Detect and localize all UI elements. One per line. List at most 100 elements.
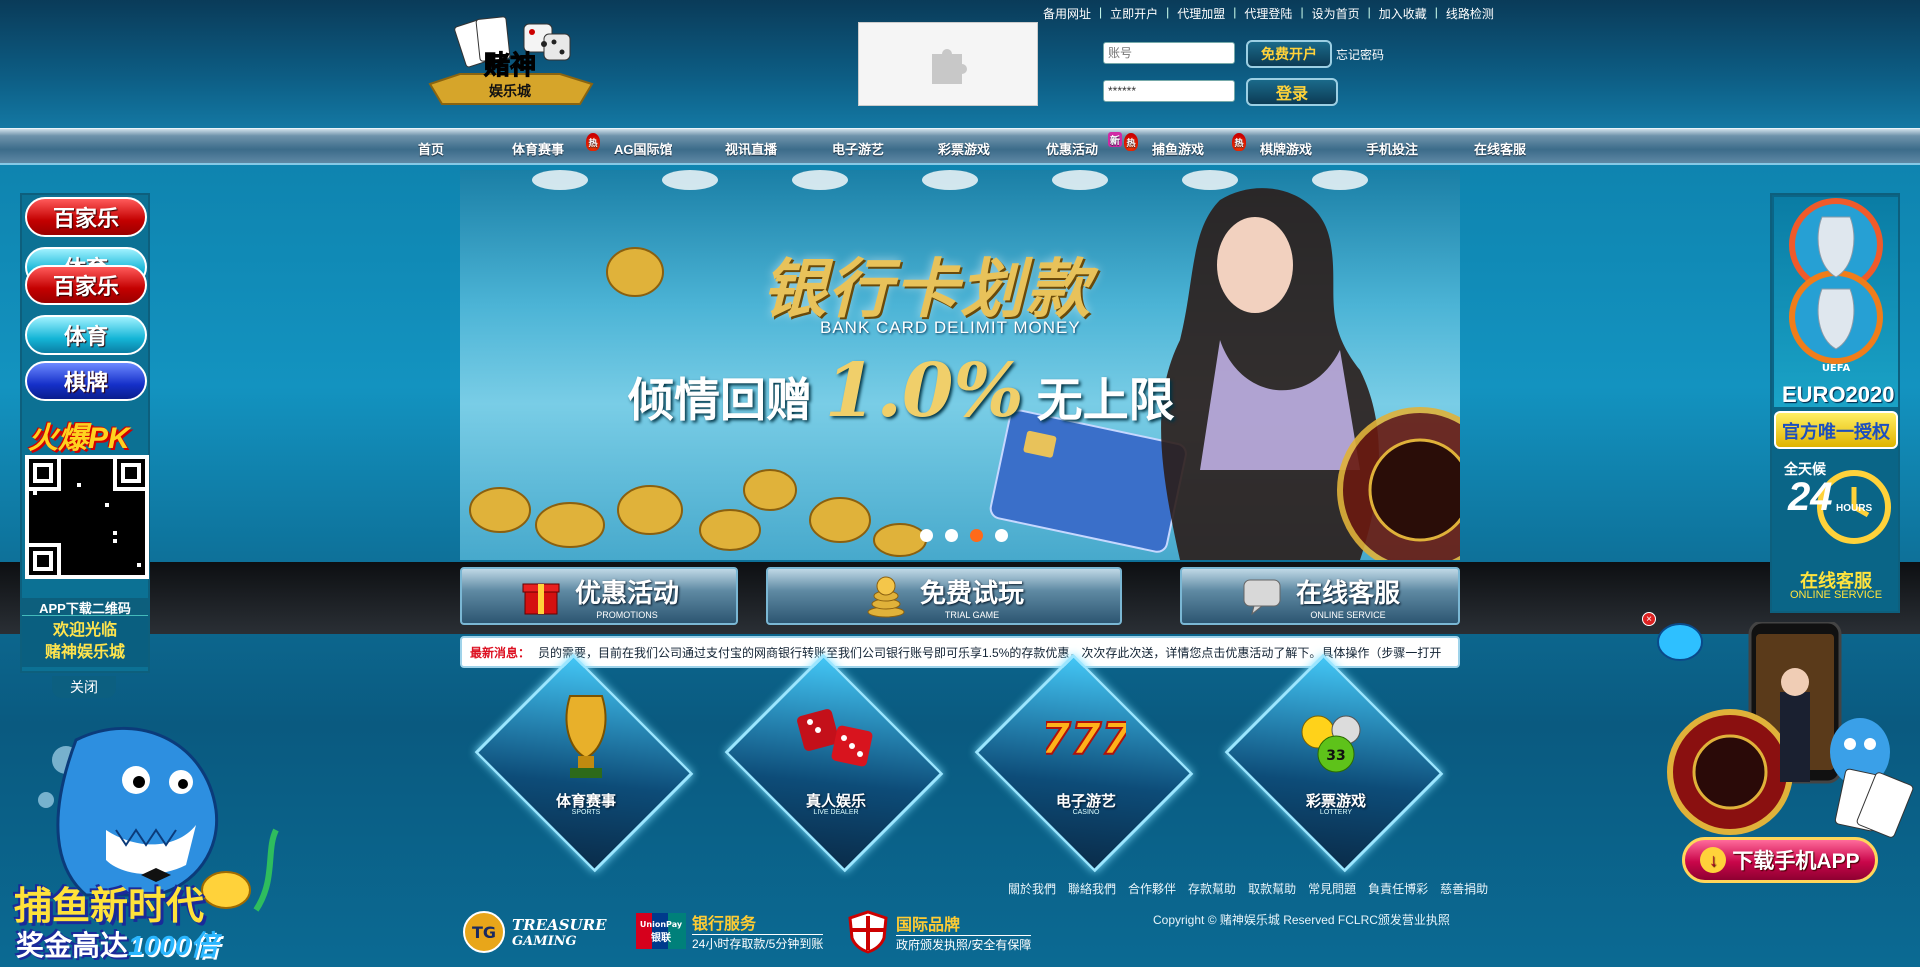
hot-pk-link[interactable]: 火爆PK [28, 413, 130, 457]
hours-number: 24 [1788, 475, 1833, 519]
game-category-tile[interactable]: 真人娱乐 LIVE DEALER [711, 653, 961, 873]
left-float-game-link[interactable]: 棋牌 [25, 361, 147, 401]
top-link[interactable]: 加入收藏 [1371, 5, 1435, 22]
register-button[interactable]: 免费开户 [1246, 40, 1332, 68]
marquee-label: 最新消息： [470, 645, 531, 660]
top-link[interactable]: 线路检测 [1438, 5, 1502, 22]
right-float-panel: UEFA EURO2020 官方唯一授权 全天候 24 HOURS 在线客服 O… [1770, 193, 1900, 613]
banner-promo-prefix: 倾情回赠 [628, 374, 812, 426]
partner-treasure-gaming: TG TREASURE GAMING [462, 910, 607, 954]
nav-item[interactable]: 电子游艺 [832, 139, 884, 158]
left-float-game-link[interactable]: 百家乐 [25, 265, 147, 305]
hero-banner[interactable]: 银行卡划款 BANK CARD DELIMIT MONEY 倾情回赠 1.0% … [460, 170, 1460, 560]
nav-item[interactable]: 手机投注 [1366, 139, 1418, 158]
nav-item[interactable]: 视讯直播 [725, 139, 777, 158]
euro2020-badge[interactable]: UEFA EURO2020 [1774, 197, 1898, 407]
feature-button[interactable]: 免费试玩 TRIAL GAME [766, 567, 1122, 625]
unionpay-logo-en: UnionPay [640, 920, 683, 929]
puzzle-icon [932, 48, 967, 84]
game-tile-title: 电子游艺 [1055, 793, 1116, 810]
banner-dot[interactable] [995, 529, 1008, 542]
nav-item[interactable]: AG国际馆热 [586, 133, 673, 158]
tg-brand-line2: GAMING [512, 933, 577, 949]
feature-title: 在线客服 [1295, 577, 1400, 608]
nav-item-label: 电子游艺 [832, 142, 885, 157]
footer-link[interactable]: 關於我們 [1008, 880, 1056, 897]
welcome-text: 欢迎光临 赌神娱乐城 [22, 615, 148, 667]
footer-link[interactable]: 存款幫助 [1188, 880, 1236, 897]
game-category-tile[interactable]: 体育赛事 SPORTS [461, 653, 711, 873]
nav-item-label: 优惠活动 [1046, 142, 1099, 157]
new-badge-icon: 新 [1108, 132, 1122, 147]
nav-item[interactable]: 体育赛事 [512, 139, 564, 158]
partner-desc: 24小时存取款/5分钟到账 [692, 937, 824, 951]
captcha-image[interactable] [858, 22, 1038, 106]
banner-promo-value: 1.0% [824, 348, 1024, 434]
feature-subtitle: ONLINE SERVICE [1310, 609, 1386, 620]
feature-title: 优惠活动 [574, 577, 679, 608]
banner-dot[interactable] [945, 529, 958, 542]
customer-service-24h[interactable]: 全天候 24 HOURS 在线客服 ONLINE SERVICE [1774, 457, 1898, 605]
hot-badge-icon: 热 [586, 133, 600, 151]
nav-item[interactable]: 优惠活动新 [1046, 132, 1122, 158]
feature-subtitle: TRIAL GAME [944, 609, 1000, 620]
nav-item[interactable]: 彩票游戏 [938, 139, 990, 158]
top-link[interactable]: 设为首页 [1304, 5, 1368, 22]
feature-button[interactable]: 优惠活动 PROMOTIONS [460, 567, 738, 625]
download-app-button[interactable]: ↓ 下载手机APP [1682, 837, 1878, 883]
footer-link[interactable]: 取款幫助 [1248, 880, 1296, 897]
main-nav: 首页 体育赛事 AG国际馆热 视讯直播 电子游艺 彩票游戏 优惠活动新捕鱼游戏热 棋牌游戏热 手… [0, 128, 1920, 165]
footer-link[interactable]: 聯絡我們 [1068, 880, 1116, 897]
site-logo[interactable]: 赌神 娱乐城 [420, 14, 600, 110]
footer-link[interactable]: 常見問題 [1308, 880, 1356, 897]
banner-dot[interactable] [920, 529, 933, 542]
nav-item-label: 视讯直播 [725, 142, 778, 157]
qr-code-icon [29, 459, 145, 575]
fishing-promo-title: 捕鱼新时代 [14, 884, 205, 928]
nav-item-label: 首页 [418, 142, 445, 157]
left-float-game-link[interactable]: 百家乐 [25, 197, 147, 237]
dice-icon [797, 709, 873, 767]
top-link[interactable]: 代理加盟 [1169, 5, 1233, 22]
game-tile-title: 真人娱乐 [805, 793, 866, 810]
footer-links: 關於我們 聯絡我們 合作夥伴 存款幫助 取款幫助 常見問題 負責任博彩 慈善捐助 [1008, 880, 1488, 897]
svg-text:33: 33 [1326, 748, 1345, 764]
hot-badge-icon: 热 [1124, 133, 1138, 151]
game-category-tile[interactable]: 33 彩票游戏 LOTTERY [1211, 653, 1461, 873]
top-link[interactable]: 备用网址 [1035, 5, 1099, 22]
footer-link[interactable]: 合作夥伴 [1128, 880, 1176, 897]
nav-item[interactable]: 捕鱼游戏热 [1124, 133, 1204, 158]
feature-button[interactable]: 在线客服 ONLINE SERVICE [1180, 567, 1460, 625]
top-link[interactable]: 代理登陆 [1236, 5, 1300, 22]
lottery-balls-icon: 33 [1301, 715, 1361, 773]
news-marquee[interactable]: 最新消息： 员的需要，目前在我们公司通过支付宝的网商银行转账至我们公司银行账号即… [460, 636, 1460, 668]
forgot-password-link[interactable]: 忘记密码 [1336, 46, 1384, 63]
left-float-game-link[interactable]: 体育 [25, 315, 147, 355]
footer-link[interactable]: 慈善捐助 [1440, 880, 1488, 897]
svg-text:TG: TG [472, 923, 496, 942]
welcome-line2: 赌神娱乐城 [44, 644, 125, 661]
nav-item[interactable]: 棋牌游戏热 [1232, 133, 1312, 158]
password-input[interactable] [1103, 80, 1235, 102]
game-category-tile[interactable]: 777 电子游艺CASINO [961, 653, 1211, 873]
site-header: 备用网址 | 立即开户 | 代理加盟 | 代理登陆 | 设为首页 | 加入收藏 | 线路检测 赌神 娱乐… [0, 0, 1920, 128]
partner-intl-brand: 国际品牌 政府颁发执照/安全有保障 [846, 910, 1032, 954]
fishing-promo-highlight: 1000倍 [128, 930, 219, 961]
welcome-line1: 欢迎光临 [52, 622, 117, 639]
top-links: 备用网址 | 立即开户 | 代理加盟 | 代理登陆 | 设为首页 | 加入收藏 | 线路检测 [1035, 5, 1502, 22]
footer-link[interactable]: 負責任博彩 [1368, 880, 1428, 897]
username-input[interactable] [1103, 42, 1235, 64]
left-float-close-button[interactable]: 关闭 [52, 676, 116, 698]
nav-item[interactable]: 首页 [418, 139, 444, 158]
partner-title: 国际品牌 [896, 911, 1032, 936]
feature-title: 免费试玩 [919, 577, 1024, 608]
login-button[interactable]: 登录 [1246, 78, 1338, 106]
game-tile-title: 体育赛事 [555, 793, 616, 810]
uefa-label: UEFA [1822, 363, 1851, 374]
banner-dot[interactable] [970, 529, 983, 542]
top-link[interactable]: 立即开户 [1102, 5, 1166, 22]
unionpay-logo-cn: 银联 [651, 931, 671, 944]
tg-logo-icon: TG [463, 911, 505, 953]
app-qr-code [25, 455, 149, 579]
nav-item[interactable]: 在线客服 [1474, 139, 1526, 158]
